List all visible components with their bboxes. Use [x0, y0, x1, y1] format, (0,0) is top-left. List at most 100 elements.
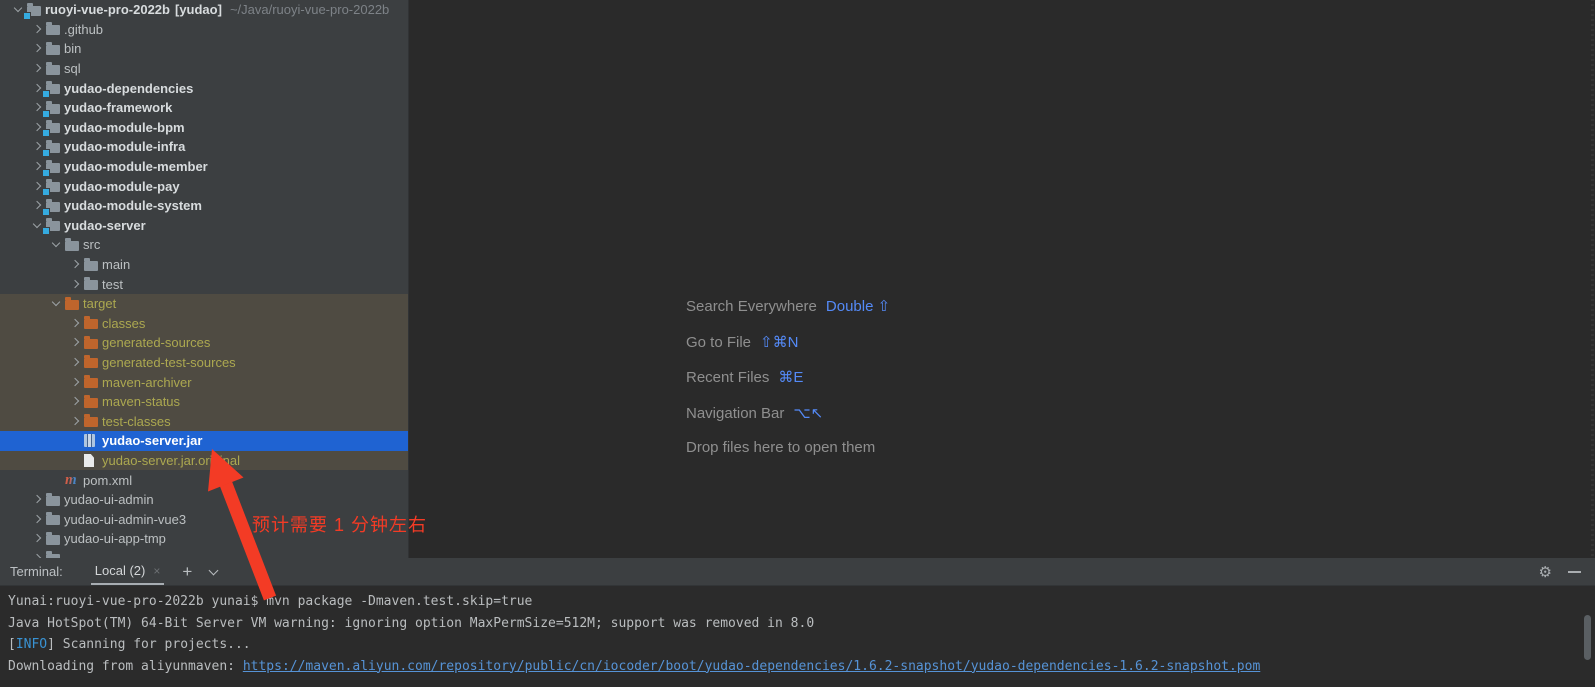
tree-row-label: yudao-server — [64, 218, 146, 233]
terminal-tab-dropdown[interactable] — [210, 570, 217, 574]
chevron-collapsed-icon[interactable] — [27, 203, 46, 208]
tree-row-yudao-dependencies[interactable]: yudao-dependencies — [0, 78, 408, 98]
chevron-collapsed-icon[interactable] — [27, 105, 46, 110]
chevron-collapsed-icon[interactable] — [65, 340, 84, 345]
tree-row-target[interactable]: target — [0, 294, 408, 314]
chevron-expanded-icon[interactable] — [27, 224, 46, 227]
tree-row-pom.xml[interactable]: mpom.xml — [0, 470, 408, 490]
folder-icon — [46, 65, 60, 75]
editor-area — [409, 0, 1595, 558]
terminal-label: Terminal: — [10, 564, 63, 579]
tree-row-yudao-module-bpm[interactable]: yudao-module-bpm — [0, 118, 408, 138]
tree-row-yudao-module-member[interactable]: yudao-module-member — [0, 157, 408, 177]
chevron-collapsed-icon[interactable] — [27, 46, 46, 51]
terminal-settings-gear-icon[interactable]: ⚙ — [1539, 563, 1552, 581]
tree-row-classes[interactable]: classes — [0, 314, 408, 334]
tree-row-maven-status[interactable]: maven-status — [0, 392, 408, 412]
tree-row-label: yudao-module-infra — [64, 139, 185, 154]
tree-row-label: yudao-ui-admin-vue3 — [64, 512, 186, 527]
tree-row-src[interactable]: src — [0, 235, 408, 255]
module-folder-icon — [46, 104, 60, 114]
tree-row-generated-test-sources[interactable]: generated-test-sources — [0, 353, 408, 373]
excluded-folder-icon — [84, 319, 98, 329]
chevron-collapsed-icon[interactable] — [27, 27, 46, 32]
editor-hint-navigation-bar: Navigation Bar⌥↖ — [686, 404, 890, 423]
chevron-collapsed-icon[interactable] — [27, 86, 46, 91]
chevron-collapsed-icon[interactable] — [27, 144, 46, 149]
chevron-collapsed-icon[interactable] — [27, 517, 46, 522]
tab-close-icon[interactable]: × — [153, 564, 160, 578]
terminal-minimize-icon[interactable] — [1568, 571, 1581, 573]
chevron-expanded-icon[interactable] — [46, 243, 65, 246]
tree-row-test-classes[interactable]: test-classes — [0, 411, 408, 431]
chevron-collapsed-icon[interactable] — [27, 66, 46, 71]
chevron-expanded-icon[interactable] — [8, 8, 27, 11]
tree-row-yudao-server.jar[interactable]: yudao-server.jar — [0, 431, 408, 451]
tree-row-yudao-ui-admin-vue3[interactable]: yudao-ui-admin-vue3 — [0, 509, 408, 529]
hint-label: Recent Files — [686, 369, 769, 386]
editor-hint-go-to-file: Go to File⇧⌘N — [686, 333, 890, 352]
terminal-text: Yunai:ruoyi-vue-pro-2022b yunai$ mvn pac… — [8, 594, 532, 609]
tree-row-label: yudao-module-bpm — [64, 120, 185, 135]
chevron-collapsed-icon[interactable] — [65, 262, 84, 267]
folder-icon — [84, 261, 98, 271]
module-folder-icon — [46, 221, 60, 231]
tree-row-partial[interactable] — [0, 549, 408, 558]
chevron-collapsed-icon[interactable] — [65, 321, 84, 326]
editor-scroll-stripe — [1591, 0, 1594, 556]
tree-row-maven-archiver[interactable]: maven-archiver — [0, 372, 408, 392]
hint-label: Navigation Bar — [686, 405, 784, 422]
chevron-collapsed-icon[interactable] — [27, 184, 46, 189]
tree-row-test[interactable]: test — [0, 274, 408, 294]
tree-row-label: yudao-framework — [64, 100, 172, 115]
maven-icon: m — [65, 474, 77, 487]
tree-row-bin[interactable]: bin — [0, 39, 408, 59]
tree-row-sql[interactable]: sql — [0, 59, 408, 79]
terminal-line-2: Java HotSpot(TM) 64-Bit Server VM warnin… — [8, 613, 1587, 635]
chevron-collapsed-icon[interactable] — [65, 360, 84, 365]
tree-row-main[interactable]: main — [0, 255, 408, 275]
chevron-collapsed-icon[interactable] — [65, 399, 84, 404]
excluded-folder-icon — [84, 378, 98, 388]
tree-row-yudao-ui-admin[interactable]: yudao-ui-admin — [0, 490, 408, 510]
tree-row-.github[interactable]: .github — [0, 20, 408, 40]
excluded-folder-icon — [65, 300, 79, 310]
chevron-collapsed-icon[interactable] — [27, 164, 46, 169]
tree-row-generated-sources[interactable]: generated-sources — [0, 333, 408, 353]
chevron-down-icon — [209, 565, 219, 575]
tree-row-label: sql — [64, 61, 81, 76]
editor-hint-drop-files-here-to-open-them: Drop files here to open them — [686, 439, 890, 458]
terminal-scrollbar-thumb[interactable] — [1584, 615, 1591, 660]
chevron-collapsed-icon[interactable] — [65, 380, 84, 385]
chevron-collapsed-icon[interactable] — [27, 536, 46, 541]
tree-row-yudao-module-system[interactable]: yudao-module-system — [0, 196, 408, 216]
chevron-collapsed-icon[interactable] — [65, 282, 84, 287]
tree-row-label: bin — [64, 41, 81, 56]
project-root-name: ruoyi-vue-pro-2022b — [45, 2, 170, 17]
tree-row-yudao-server[interactable]: yudao-server — [0, 216, 408, 236]
tree-row-yudao-server.jar.original[interactable]: yudao-server.jar.original — [0, 451, 408, 471]
chevron-collapsed-icon[interactable] — [27, 125, 46, 130]
chevron-collapsed-icon[interactable] — [27, 497, 46, 502]
tree-row-yudao-module-pay[interactable]: yudao-module-pay — [0, 176, 408, 196]
folder-icon — [46, 496, 60, 506]
chevron-collapsed-icon[interactable] — [65, 419, 84, 424]
tree-row-yudao-module-infra[interactable]: yudao-module-infra — [0, 137, 408, 157]
tree-row-label: yudao-dependencies — [64, 81, 193, 96]
project-root-tag: [yudao] — [175, 2, 222, 17]
editor-hints: Search EverywhereDouble ⇧Go to File⇧⌘NRe… — [686, 297, 890, 475]
tree-row-label: test — [102, 277, 123, 292]
terminal-line-4: Downloading from aliyunmaven: https://ma… — [8, 656, 1587, 678]
tree-row-project-root[interactable]: ruoyi-vue-pro-2022b[yudao]~/Java/ruoyi-v… — [0, 0, 408, 20]
chevron-expanded-icon[interactable] — [46, 302, 65, 305]
tree-row-yudao-ui-app-tmp[interactable]: yudao-ui-app-tmp — [0, 529, 408, 549]
folder-icon — [46, 45, 60, 55]
terminal-output[interactable]: Yunai:ruoyi-vue-pro-2022b yunai$ mvn pac… — [0, 586, 1595, 687]
terminal-tab-local[interactable]: Local (2) × — [91, 558, 165, 585]
tree-row-yudao-framework[interactable]: yudao-framework — [0, 98, 408, 118]
jar-archive-icon — [84, 434, 95, 447]
new-terminal-tab-button[interactable]: + — [182, 563, 192, 580]
excluded-folder-icon — [84, 417, 98, 427]
terminal-url-link[interactable]: https://maven.aliyun.com/repository/publ… — [243, 659, 1260, 674]
tree-row-label: yudao-module-pay — [64, 179, 180, 194]
